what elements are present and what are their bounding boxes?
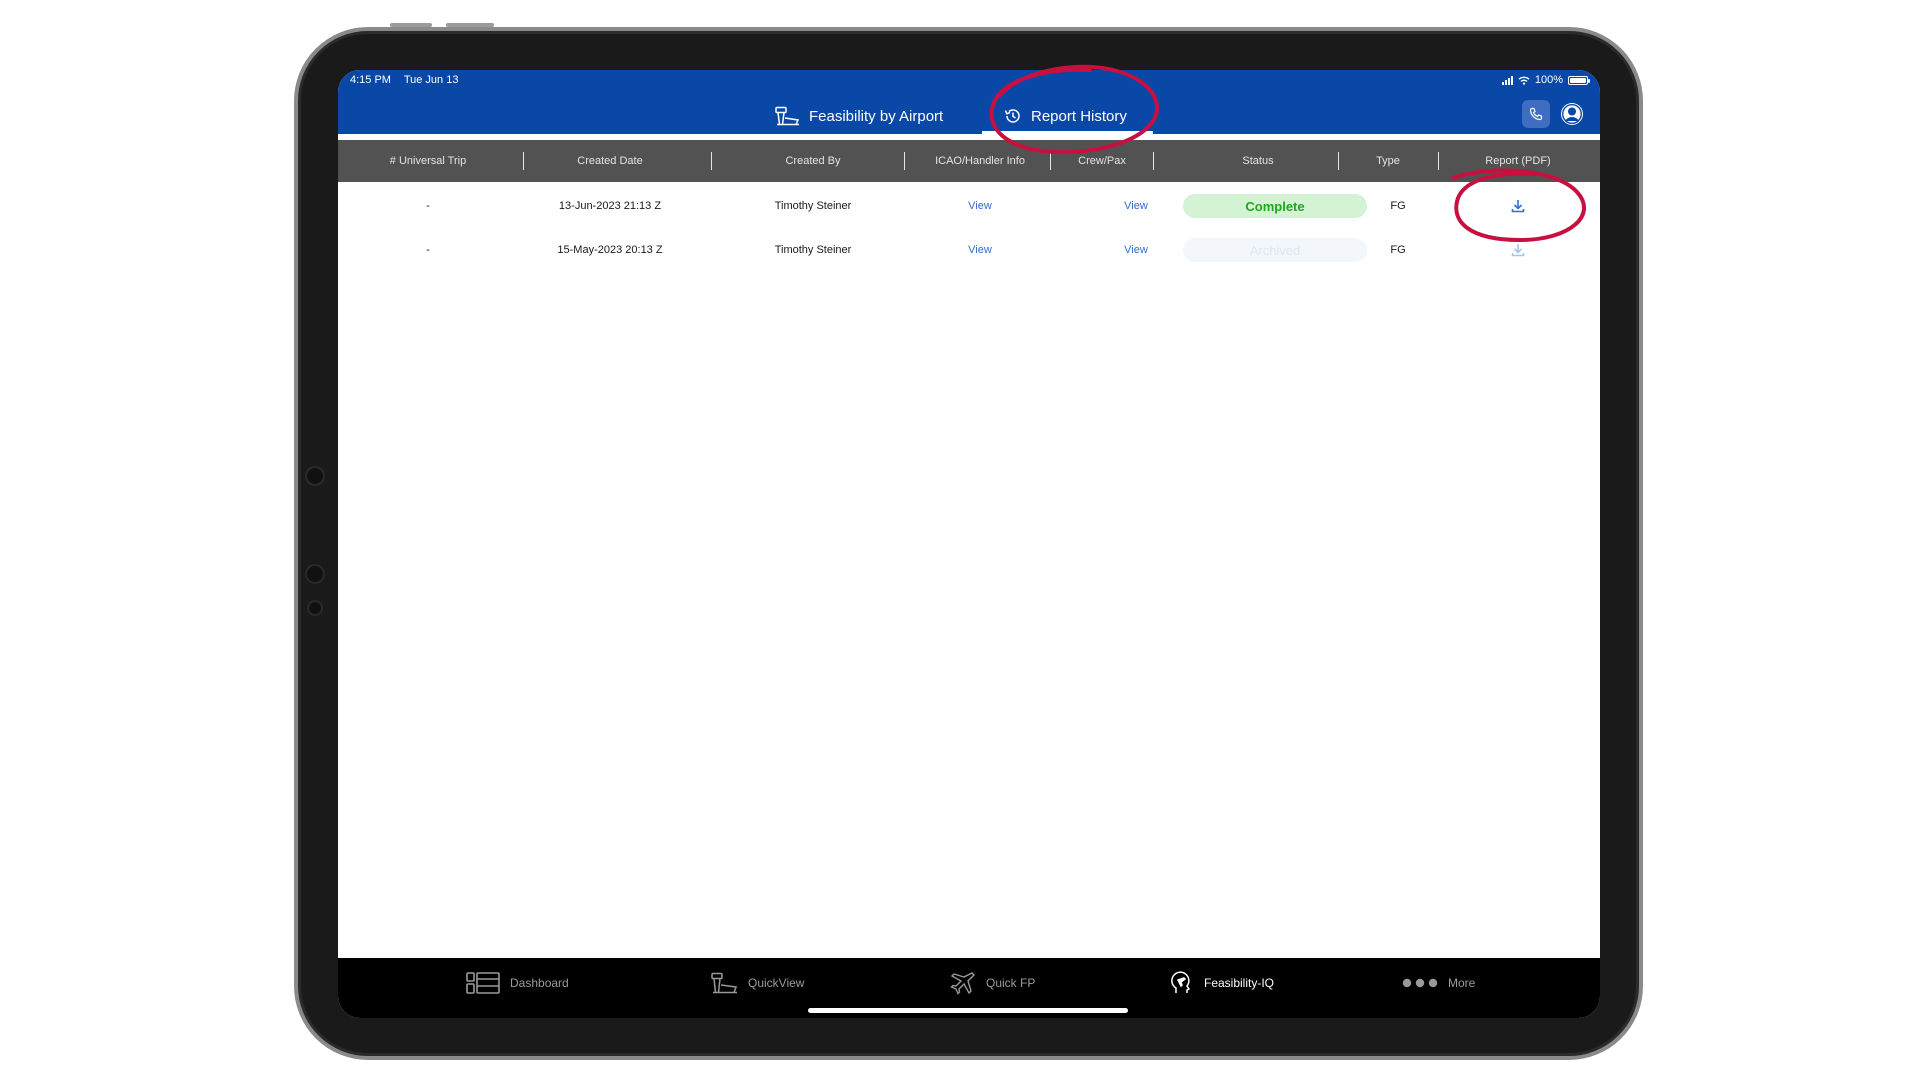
wifi-icon <box>1518 76 1530 85</box>
cellular-signal-icon <box>1501 75 1513 85</box>
nav-label: More <box>1448 976 1476 990</box>
icao-view-link[interactable]: View <box>910 228 1050 272</box>
tab-feasibility-by-airport[interactable]: Feasibility by Airport <box>774 98 943 134</box>
nav-label: Quick FP <box>986 976 1036 990</box>
airplane-icon <box>950 972 975 995</box>
report-download-button[interactable] <box>1498 228 1538 272</box>
more-dots-icon <box>1402 978 1438 988</box>
user-account-icon[interactable] <box>1560 102 1584 126</box>
column-divider <box>904 152 905 170</box>
cell-type: FG <box>1390 200 1406 212</box>
top-right-actions <box>1522 100 1584 128</box>
column-divider <box>711 152 712 170</box>
column-divider <box>1338 152 1339 170</box>
column-header-created-by[interactable]: Created By <box>718 140 908 182</box>
phone-button[interactable] <box>1522 100 1550 128</box>
nav-item-more[interactable]: More <box>1402 970 1475 996</box>
column-header-universal-trip[interactable]: # Universal Trip <box>358 140 498 182</box>
side-sensor-2 <box>307 566 323 582</box>
status-date: Tue Jun 13 <box>403 74 459 86</box>
cell-created-by: Timothy Steiner <box>774 244 852 256</box>
status-badge-complete: Complete <box>1183 194 1367 218</box>
table-row: - 15-May-2023 20:13 Z Timothy Steiner Vi… <box>338 228 1600 272</box>
column-header-created-date[interactable]: Created Date <box>530 140 690 182</box>
report-download-button[interactable] <box>1498 184 1538 228</box>
column-divider <box>1153 152 1154 170</box>
battery-percent: 100% <box>1534 74 1563 86</box>
cell-created-by: Timothy Steiner <box>774 200 852 212</box>
nav-item-feasibility-iq[interactable]: Feasibility-IQ <box>1170 970 1274 996</box>
nav-item-dashboard[interactable]: Dashboard <box>466 970 569 996</box>
tab-report-history[interactable]: Report History <box>982 98 1153 134</box>
tab-label: Feasibility by Airport <box>809 107 944 125</box>
bottom-tab-bar: Dashboard QuickView Quick FP Feasibility… <box>338 958 1600 1018</box>
icao-view-link[interactable]: View <box>910 184 1050 228</box>
phone-icon <box>1529 107 1543 121</box>
status-badge-archived: Archived <box>1183 238 1367 262</box>
cell-created-date: 13-Jun-2023 21:13 Z <box>558 200 662 212</box>
status-bar-left: 4:15 PM Tue Jun 13 <box>350 74 468 86</box>
nav-label: Dashboard <box>510 976 569 990</box>
nav-label: QuickView <box>748 976 805 990</box>
tab-label: Report History <box>1031 107 1127 125</box>
side-sensor-1 <box>307 468 323 484</box>
ipad-screen: 4:15 PM Tue Jun 13 100% Feasibility by A… <box>338 70 1600 1018</box>
nav-label: Feasibility-IQ <box>1204 976 1275 990</box>
stage: 4:15 PM Tue Jun 13 100% Feasibility by A… <box>0 0 1920 1080</box>
column-header-icao-handler-info[interactable]: ICAO/Handler Info <box>910 140 1050 182</box>
history-icon <box>1004 109 1020 123</box>
status-bar-right: 100% <box>1501 74 1590 86</box>
column-divider <box>1438 152 1439 170</box>
home-indicator[interactable] <box>808 1008 1128 1013</box>
column-header-crew-pax[interactable]: Crew/Pax <box>1054 140 1150 182</box>
airport-tower-icon <box>775 106 800 126</box>
column-divider <box>1050 152 1051 170</box>
column-header-status[interactable]: Status <box>1163 140 1353 182</box>
nav-item-quick-fp[interactable]: Quick FP <box>950 970 1035 996</box>
top-nav-bar: 4:15 PM Tue Jun 13 100% Feasibility by A… <box>338 70 1600 134</box>
dashboard-icon <box>466 972 500 994</box>
cell-created-date: 15-May-2023 20:13 Z <box>557 244 663 256</box>
battery-icon <box>1568 75 1590 85</box>
download-icon <box>1511 200 1525 213</box>
download-icon <box>1511 244 1525 257</box>
cell-type: FG <box>1390 244 1406 256</box>
nav-item-quickview[interactable]: QuickView <box>710 970 804 996</box>
column-divider <box>523 152 524 170</box>
head-plane-icon <box>1171 971 1191 993</box>
cell-status: Complete <box>1160 184 1390 228</box>
column-header-report-pdf[interactable]: Report (PDF) <box>1443 140 1593 182</box>
airport-tower-icon <box>711 972 738 994</box>
side-sensor-3 <box>309 602 321 614</box>
table-header: # Universal Trip Created Date Created By… <box>338 140 1600 182</box>
status-time: 4:15 PM <box>350 74 391 86</box>
column-header-type[interactable]: Type <box>1343 140 1433 182</box>
cell-status: Archived <box>1160 228 1390 272</box>
cell-universal-trip: - <box>426 244 430 256</box>
cell-universal-trip: - <box>426 200 430 212</box>
table-row: - 13-Jun-2023 21:13 Z Timothy Steiner Vi… <box>338 184 1600 228</box>
